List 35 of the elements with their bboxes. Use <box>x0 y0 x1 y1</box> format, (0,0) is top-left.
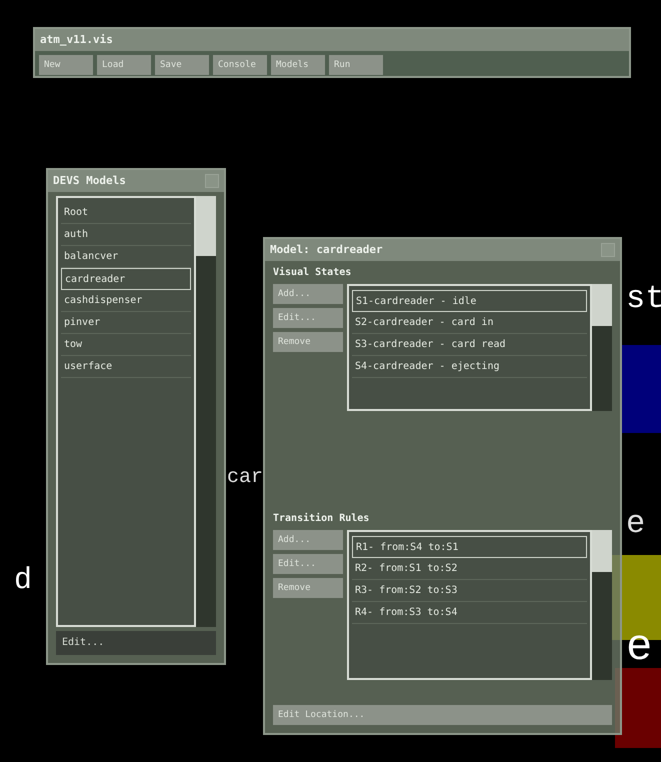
list-item[interactable]: cardreader <box>61 268 191 290</box>
list-item[interactable]: auth <box>61 224 191 246</box>
scene-label: d <box>14 566 32 596</box>
scrollbar[interactable] <box>592 284 612 411</box>
list-item[interactable]: cashdispenser <box>61 290 191 312</box>
scrollbar[interactable] <box>592 530 612 680</box>
window-title: Model: cardreader <box>270 242 383 258</box>
scene-label: e <box>626 626 652 670</box>
list-item[interactable]: R4- from:S3 to:S4 <box>352 602 587 624</box>
list-item[interactable]: Root <box>61 202 191 224</box>
scene-label: car <box>227 468 264 488</box>
list-item[interactable]: S2-cardreader - card in <box>352 312 587 334</box>
list-item[interactable]: tow <box>61 334 191 356</box>
window-title: atm_v11.vis <box>40 32 113 48</box>
scrollbar-thumb[interactable] <box>196 196 216 256</box>
list-item[interactable]: R1- from:S4 to:S1 <box>352 536 587 558</box>
list-item[interactable]: pinver <box>61 312 191 334</box>
scene-label: st <box>626 283 661 315</box>
list-item[interactable]: userface <box>61 356 191 378</box>
scrollbar-thumb[interactable] <box>592 284 612 326</box>
close-icon[interactable] <box>601 243 615 257</box>
window-title: DEVS Models <box>53 172 126 189</box>
list-item[interactable]: S3-cardreader - card read <box>352 334 587 356</box>
list-item[interactable]: R3- from:S2 to:S3 <box>352 580 587 602</box>
scrollbar-thumb[interactable] <box>592 530 612 572</box>
list-item[interactable]: balancver <box>61 246 191 268</box>
list-item[interactable]: R2- from:S1 to:S2 <box>352 558 587 580</box>
section-heading: Visual States <box>273 266 352 280</box>
edit-button[interactable]: Edit... <box>56 631 216 655</box>
section-heading: Transition Rules <box>273 512 370 526</box>
list-item[interactable]: S4-cardreader - ejecting <box>352 356 587 378</box>
scrollbar[interactable] <box>196 196 216 627</box>
scene-label: e <box>626 508 646 540</box>
list-item[interactable]: S1-cardreader - idle <box>352 290 587 312</box>
close-icon[interactable] <box>205 174 219 188</box>
